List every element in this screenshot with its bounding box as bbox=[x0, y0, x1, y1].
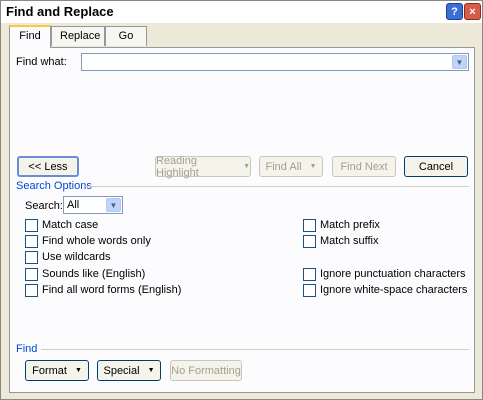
chevron-down-icon[interactable]: ▼ bbox=[452, 55, 467, 69]
chevron-down-icon: ▼ bbox=[74, 367, 82, 374]
special-button[interactable]: Special ▼ bbox=[97, 360, 161, 381]
match-prefix-label: Match prefix bbox=[320, 219, 380, 231]
tab-replace[interactable]: Replace bbox=[51, 26, 105, 46]
find-what-label: Find what: bbox=[16, 56, 67, 68]
find-next-button[interactable]: Find Next bbox=[332, 156, 396, 177]
sounds-like-label: Sounds like (English) bbox=[42, 268, 146, 280]
find-whole-words-label: Find whole words only bbox=[42, 235, 151, 247]
sounds-like-checkbox[interactable] bbox=[25, 268, 38, 281]
search-label: Search: bbox=[25, 200, 63, 212]
chevron-down-icon: ▼ bbox=[243, 163, 250, 170]
find-section-title: Find bbox=[16, 343, 38, 355]
use-wildcards-label: Use wildcards bbox=[42, 251, 111, 263]
chevron-down-icon: ▼ bbox=[309, 163, 317, 170]
match-suffix-label: Match suffix bbox=[320, 235, 379, 247]
find-replace-dialog: Find and Replace ? × Find Replace Go To … bbox=[0, 0, 483, 400]
ignore-punctuation-checkbox[interactable] bbox=[303, 268, 316, 281]
find-all-word-forms-label: Find all word forms (English) bbox=[42, 284, 182, 296]
tab-find[interactable]: Find bbox=[9, 25, 51, 48]
tab-goto[interactable]: Go To bbox=[105, 26, 147, 60]
special-label: Special bbox=[103, 364, 140, 377]
dialog-title: Find and Replace bbox=[6, 4, 114, 19]
match-case-label: Match case bbox=[42, 219, 99, 231]
match-prefix-checkbox[interactable] bbox=[303, 219, 316, 232]
tab-replace-label: Replace bbox=[60, 30, 101, 42]
ignore-whitespace-label: Ignore white-space characters bbox=[320, 284, 468, 296]
find-all-word-forms-checkbox[interactable] bbox=[25, 284, 38, 297]
find-whole-words-checkbox[interactable] bbox=[25, 235, 38, 248]
ignore-whitespace-checkbox[interactable] bbox=[303, 284, 316, 297]
match-suffix-checkbox[interactable] bbox=[303, 235, 316, 248]
use-wildcards-checkbox[interactable] bbox=[25, 251, 38, 264]
close-button[interactable]: × bbox=[464, 3, 481, 20]
find-all-label: Find All bbox=[265, 160, 302, 173]
find-what-input[interactable]: ▼ bbox=[81, 53, 469, 71]
find-section-divider bbox=[41, 349, 469, 350]
reading-highlight-button[interactable]: Reading Highlight ▼ bbox=[155, 154, 251, 179]
help-button[interactable]: ? bbox=[446, 3, 463, 20]
search-options-divider bbox=[85, 186, 469, 187]
format-button[interactable]: Format ▼ bbox=[25, 360, 89, 381]
ignore-punctuation-label: Ignore punctuation characters bbox=[320, 268, 466, 280]
search-direction-select[interactable]: All ▼ bbox=[63, 196, 123, 214]
search-direction-value: All bbox=[67, 199, 80, 211]
tab-find-label: Find bbox=[19, 30, 41, 42]
reading-highlight-label: Reading Highlight bbox=[156, 154, 199, 179]
less-button[interactable]: << Less bbox=[17, 156, 79, 177]
format-label: Format bbox=[32, 364, 67, 377]
no-formatting-button[interactable]: No Formatting bbox=[170, 360, 242, 381]
find-all-button[interactable]: Find All ▼ bbox=[259, 156, 323, 177]
search-options-title: Search Options bbox=[16, 180, 92, 192]
chevron-down-icon: ▼ bbox=[147, 367, 155, 374]
match-case-checkbox[interactable] bbox=[25, 219, 38, 232]
cancel-button[interactable]: Cancel bbox=[404, 156, 468, 177]
chevron-down-icon[interactable]: ▼ bbox=[106, 198, 121, 212]
title-bar[interactable]: Find and Replace ? × bbox=[1, 1, 482, 23]
